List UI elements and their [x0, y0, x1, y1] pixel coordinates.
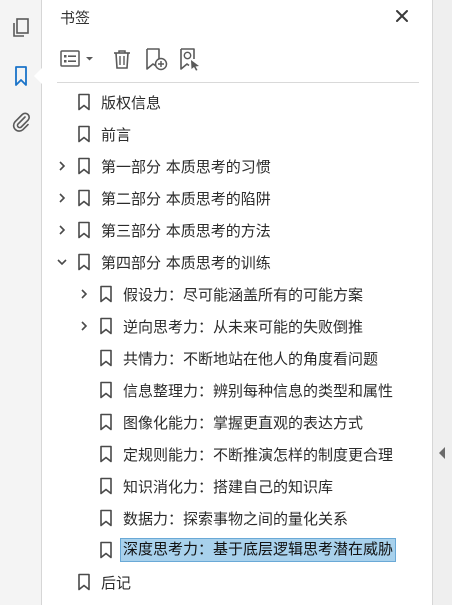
bookmarks-toolbar — [43, 42, 432, 76]
chevron-right-icon[interactable] — [55, 159, 69, 173]
bookmark-icon — [99, 477, 113, 495]
bookmark-from-selection-button[interactable] — [177, 46, 203, 72]
bookmark-icon — [99, 349, 113, 367]
bookmark-icon — [99, 541, 113, 559]
bookmark-label: 版权信息 — [101, 94, 162, 112]
bookmark-row[interactable]: 前言 — [43, 120, 432, 148]
bookmark-selection-icon — [180, 48, 199, 71]
pages-icon — [13, 18, 29, 37]
list-options-icon — [60, 50, 93, 67]
bookmark-row[interactable]: 定规则能力：不断推演怎样的制度更合理 — [43, 440, 432, 468]
bookmark-row[interactable]: 共情力：不断地站在他人的角度看问题 — [43, 344, 432, 372]
bookmark-row[interactable]: 数据力：探索事物之间的量化关系 — [43, 504, 432, 532]
attachment-icon — [12, 112, 30, 132]
bookmark-label: 共情力：不断地站在他人的角度看问题 — [123, 350, 379, 368]
bookmark-icon — [77, 573, 91, 591]
bookmark-label: 第四部分 本质思考的训练 — [101, 254, 271, 272]
close-panel-button[interactable] — [392, 6, 412, 26]
bookmark-icon — [77, 253, 91, 271]
bookmark-icon — [77, 157, 91, 175]
bookmark-row[interactable]: 深度思考力：基于底层逻辑思考潜在威胁 — [43, 536, 432, 564]
bookmark-icon — [77, 125, 91, 143]
chevron-right-icon[interactable] — [77, 319, 91, 333]
bookmark-icon — [77, 221, 91, 239]
bookmark-row[interactable]: 知识消化力：搭建自己的知识库 — [43, 472, 432, 500]
trash-icon — [114, 50, 130, 69]
bookmark-label: 逆向思考力：从未来可能的失败倒推 — [123, 318, 364, 336]
collapse-rail[interactable] — [432, 0, 452, 605]
bookmarks-button[interactable] — [9, 64, 33, 88]
bookmark-row[interactable]: 信息整理力：辨别每种信息的类型和属性 — [43, 376, 432, 404]
bookmark-row[interactable]: 第三部分 本质思考的方法 — [43, 216, 432, 244]
bookmark-icon — [77, 93, 91, 111]
bookmark-icon — [99, 285, 113, 303]
close-icon — [396, 10, 408, 22]
bookmark-label: 深度思考力：基于底层逻辑思考潜在威胁 — [119, 538, 397, 562]
bookmark-icon — [99, 381, 113, 399]
panel-title: 书签 — [60, 9, 91, 27]
bookmark-label: 第一部分 本质思考的习惯 — [101, 158, 271, 176]
bookmark-icon — [99, 509, 113, 527]
bookmark-row[interactable]: 逆向思考力：从未来可能的失败倒推 — [43, 312, 432, 340]
panel-header: 书签 — [43, 0, 432, 34]
new-bookmark-button[interactable] — [143, 46, 169, 72]
toolbar-divider — [57, 82, 419, 83]
bookmark-label: 第三部分 本质思考的方法 — [101, 222, 271, 240]
chevron-right-icon[interactable] — [77, 287, 91, 301]
bookmark-label: 图像化能力：掌握更直观的表达方式 — [123, 414, 364, 432]
bookmark-icon — [15, 66, 27, 86]
new-bookmark-icon — [146, 48, 168, 71]
chevron-down-icon[interactable] — [55, 255, 69, 269]
bookmark-row[interactable]: 图像化能力：掌握更直观的表达方式 — [43, 408, 432, 436]
bookmark-label: 定规则能力：不断推演怎样的制度更合理 — [123, 446, 394, 464]
bookmark-row[interactable]: 假设力：尽可能涵盖所有的可能方案 — [43, 280, 432, 308]
bookmark-icon — [99, 413, 113, 431]
active-tab-pointer — [34, 68, 42, 84]
bookmark-row[interactable]: 版权信息 — [43, 88, 432, 116]
bookmark-label: 数据力：探索事物之间的量化关系 — [123, 510, 349, 528]
bookmark-row[interactable]: 第一部分 本质思考的习惯 — [43, 152, 432, 180]
attachments-button[interactable] — [9, 110, 33, 134]
bookmark-label: 第二部分 本质思考的陷阱 — [101, 190, 271, 208]
bookmark-label: 前言 — [101, 126, 132, 144]
bookmark-icon — [99, 317, 113, 335]
options-menu-button[interactable] — [59, 46, 97, 72]
navigation-rail — [0, 0, 42, 605]
chevron-right-icon[interactable] — [55, 191, 69, 205]
delete-bookmark-button[interactable] — [110, 46, 134, 72]
collapse-arrow-icon — [439, 447, 445, 459]
bookmark-row[interactable]: 第二部分 本质思考的陷阱 — [43, 184, 432, 212]
bookmark-label: 信息整理力：辨别每种信息的类型和属性 — [123, 382, 394, 400]
bookmark-row[interactable]: 第四部分 本质思考的训练 — [43, 248, 432, 276]
bookmark-icon — [99, 445, 113, 463]
bookmark-label: 后记 — [101, 574, 132, 592]
bookmark-icon — [77, 189, 91, 207]
chevron-right-icon[interactable] — [55, 223, 69, 237]
bookmark-row[interactable]: 后记 — [43, 568, 432, 596]
bookmark-label: 假设力：尽可能涵盖所有的可能方案 — [123, 286, 364, 304]
pages-button[interactable] — [9, 16, 33, 40]
bookmark-label: 知识消化力：搭建自己的知识库 — [123, 478, 334, 496]
bookmarks-panel: 书签 版权信息 前言 第一部分 本质思考的习惯 第二部分 本质思考的陷阱 第三部… — [43, 0, 432, 605]
